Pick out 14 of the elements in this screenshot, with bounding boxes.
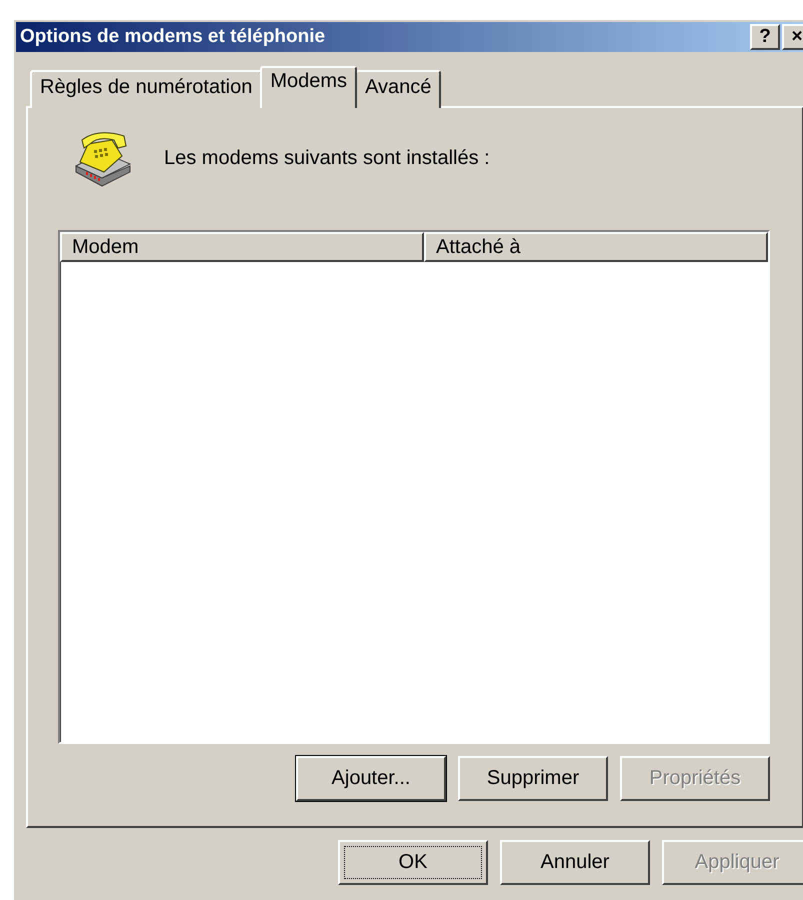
column-header[interactable]: Modem xyxy=(60,232,424,262)
dialog-button[interactable]: Annuler xyxy=(500,840,650,885)
help-button[interactable]: ? xyxy=(750,24,780,50)
tab[interactable]: Avancé xyxy=(355,70,442,108)
action-button[interactable]: Supprimer xyxy=(458,756,608,801)
tab[interactable]: Règles de numérotation xyxy=(30,70,262,108)
column-header[interactable]: Attaché à xyxy=(424,232,768,262)
close-button[interactable]: × xyxy=(782,24,803,50)
window-title: Options de modems et téléphonie xyxy=(20,26,326,48)
action-button[interactable]: Ajouter... xyxy=(296,756,446,801)
dialog-button[interactable]: OK xyxy=(338,840,488,885)
modem-list[interactable]: Modem Attaché à xyxy=(58,230,770,744)
tab[interactable]: Modems xyxy=(260,66,358,108)
intro-label: Les modems suivants sont installés : xyxy=(164,146,490,170)
